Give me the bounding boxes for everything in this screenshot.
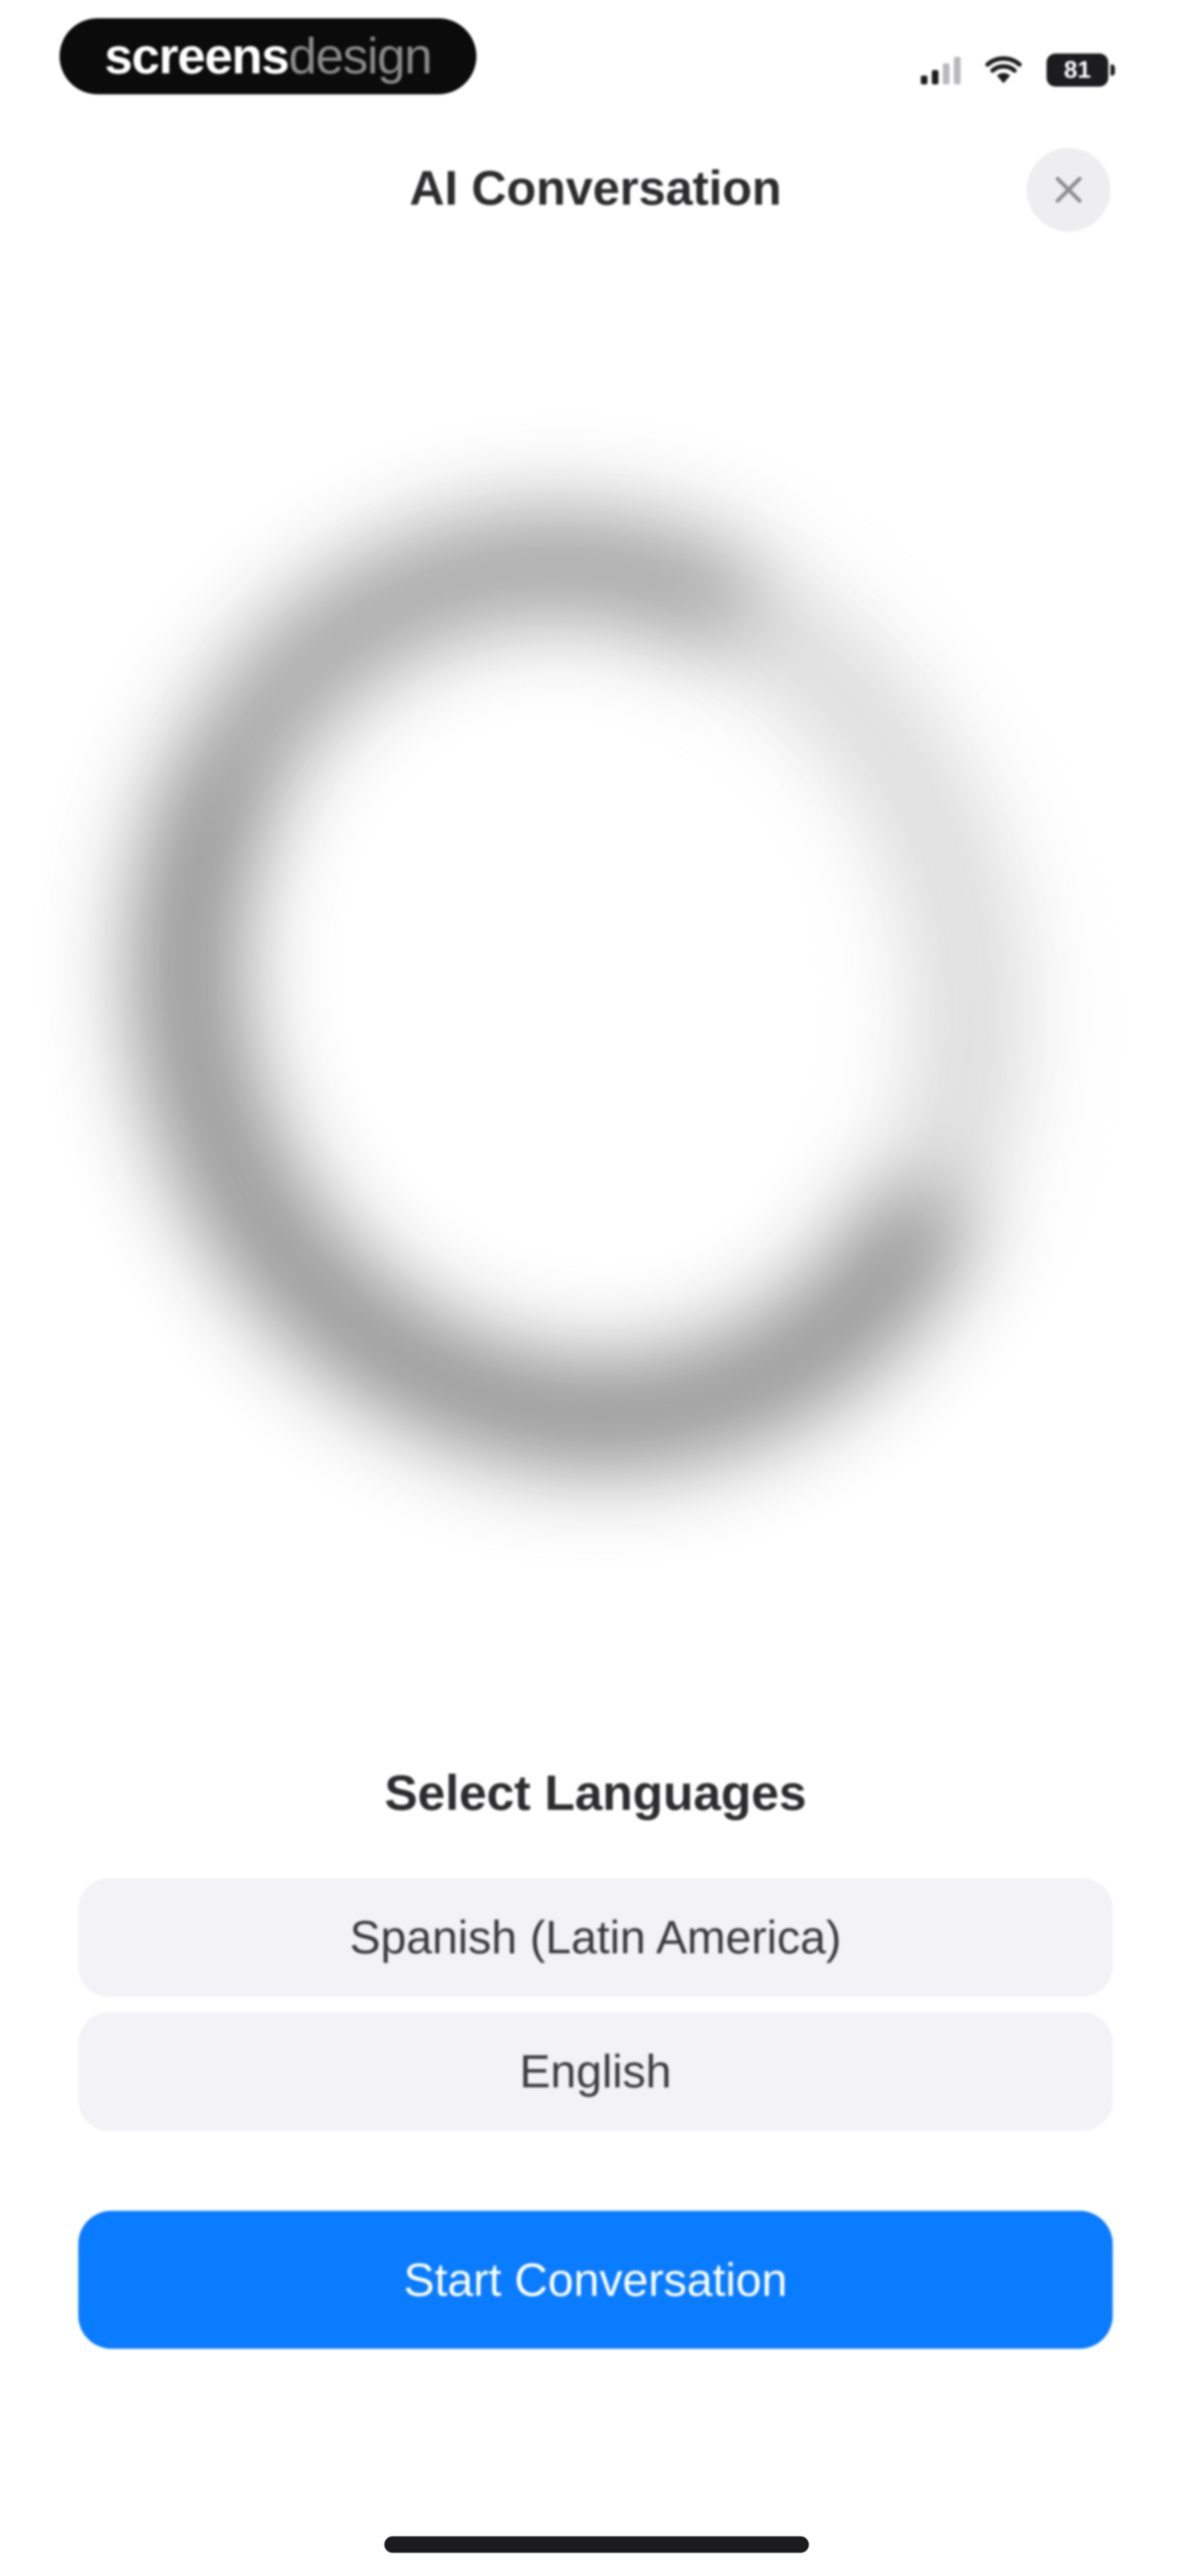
page-title: AI Conversation xyxy=(409,161,782,215)
start-conversation-button[interactable]: Start Conversation xyxy=(78,2211,1113,2349)
battery-level: 81 xyxy=(1064,56,1091,83)
battery-icon: 81 xyxy=(1047,54,1115,87)
voice-orb-animation xyxy=(10,394,1148,1586)
status-bar: 81 xyxy=(921,51,1115,89)
language-option-target[interactable]: English xyxy=(78,2012,1113,2131)
wifi-icon xyxy=(985,56,1022,83)
watermark-light-text: design xyxy=(288,28,432,84)
close-icon xyxy=(1055,177,1082,203)
watermark-bold-text: screens xyxy=(104,28,290,84)
language-option-source[interactable]: Spanish (Latin America) xyxy=(78,1878,1113,1997)
cellular-signal-icon xyxy=(921,56,961,84)
select-languages-title: Select Languages xyxy=(384,1766,807,1821)
ai-conversation-screen: screensdesign 81 AI Conversation Select … xyxy=(0,0,1191,2576)
watermark-text: screensdesign xyxy=(104,28,433,84)
close-button[interactable] xyxy=(1027,148,1110,232)
home-indicator xyxy=(384,2536,809,2553)
screensdesign-watermark: screensdesign xyxy=(60,18,476,94)
